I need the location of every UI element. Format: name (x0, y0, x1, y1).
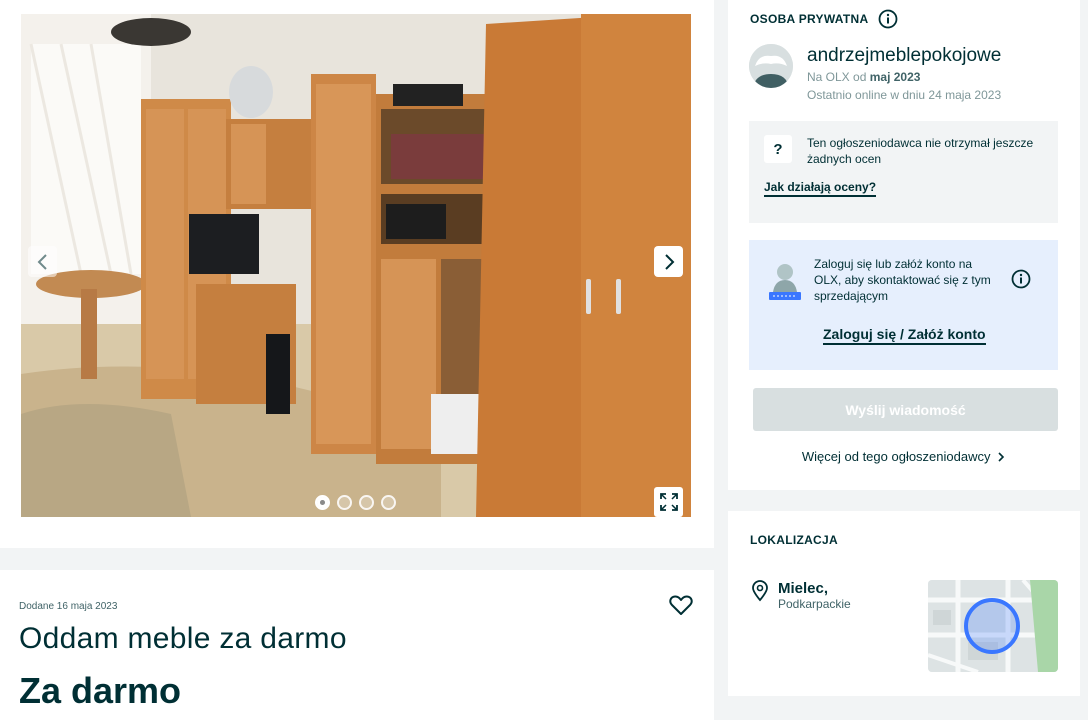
question-mark-icon: ? (764, 135, 792, 163)
login-illustration-icon (769, 264, 801, 300)
chevron-right-icon (664, 253, 674, 270)
seller-type-label: OSOBA PRYWATNA (750, 12, 869, 26)
seller-type-heading: OSOBA PRYWATNA (750, 9, 898, 29)
listing-price: Za darmo (19, 670, 182, 711)
login-register-link[interactable]: Zaloguj się / Załóż konto (823, 326, 986, 345)
seller-name[interactable]: andrzejmeblepokojowe (807, 45, 1001, 67)
location-card: LOKALIZACJA Mielec, Podkarpackie (728, 511, 1080, 696)
more-from-seller-link[interactable]: Więcej od tego ogłoszeniodawcy (728, 449, 1080, 464)
location-heading: LOKALIZACJA (750, 533, 838, 547)
ratings-info-link[interactable]: Jak działają oceny? (764, 180, 877, 197)
avatar[interactable] (749, 44, 793, 88)
photo-dot-2[interactable] (337, 495, 352, 510)
favorite-button[interactable] (669, 594, 693, 621)
furniture-photo-image (21, 14, 691, 517)
seller-card: OSOBA PRYWATNA andrzejmeblepokojowe Na O… (728, 0, 1080, 490)
photo-dot-4[interactable] (381, 495, 396, 510)
previous-photo-button[interactable] (28, 246, 57, 277)
info-icon[interactable] (878, 9, 898, 29)
ratings-box: ? Ten ogłoszeniodawca nie otrzymał jeszc… (749, 121, 1058, 223)
heart-icon (669, 595, 693, 615)
next-photo-button[interactable] (654, 246, 683, 277)
photo-dot-1[interactable] (315, 495, 330, 510)
map-thumbnail-image (928, 580, 1058, 672)
fullscreen-button[interactable] (654, 487, 683, 517)
listing-card: Dodane 16 maja 2023 Oddam meble za darmo… (0, 570, 714, 720)
location-pin-icon (752, 580, 768, 602)
location-city: Mielec, (778, 580, 829, 597)
chevron-left-icon (37, 253, 47, 270)
seller-since-prefix: Na OLX od (807, 70, 867, 84)
gallery-card (0, 0, 714, 548)
location-map[interactable] (928, 580, 1058, 672)
info-icon[interactable] (1011, 269, 1031, 289)
chevron-right-icon (998, 452, 1005, 462)
added-date: Dodane 16 maja 2023 (19, 601, 118, 612)
listing-title: Oddam meble za darmo (19, 622, 347, 655)
send-message-button[interactable]: Wyślij wiadomość (753, 388, 1058, 431)
seller-since: Na OLX od maj 2023 (807, 70, 920, 84)
location-region: Podkarpackie (778, 597, 851, 611)
ratings-text: Ten ogłoszeniodawca nie otrzymał jeszcze… (807, 136, 1034, 166)
seller-last-online: Ostatnio online w dniu 24 maja 2023 (807, 88, 1002, 102)
listing-photo[interactable] (21, 14, 691, 517)
more-from-seller-label: Więcej od tego ogłoszeniodawcy (801, 449, 991, 464)
photo-dot-3[interactable] (359, 495, 374, 510)
user-avatar-icon (749, 44, 793, 88)
expand-icon (659, 493, 678, 511)
photo-pagination (315, 495, 396, 510)
login-prompt-box: Zaloguj się lub załóż konto na OLX, aby … (749, 240, 1058, 370)
seller-since-value: maj 2023 (869, 70, 921, 84)
login-prompt-text: Zaloguj się lub załóż konto na OLX, aby … (814, 257, 991, 303)
